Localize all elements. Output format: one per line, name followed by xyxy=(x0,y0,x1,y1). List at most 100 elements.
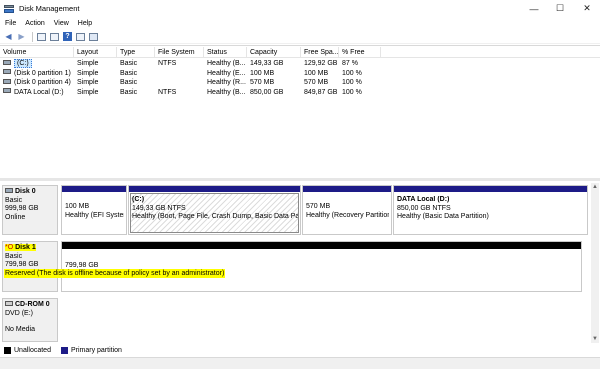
volume-name: (Disk 0 partition 1) xyxy=(14,69,71,77)
help-icon[interactable]: ? xyxy=(62,31,73,42)
volume-layout: Simple xyxy=(77,60,99,67)
disk-icon xyxy=(5,188,13,193)
volume-icon xyxy=(3,69,11,75)
column-layout[interactable]: Layout xyxy=(74,47,117,58)
volume-layout: Simple xyxy=(77,88,99,96)
maximize-button[interactable]: ☐ xyxy=(547,0,573,17)
back-arrow-icon[interactable]: ◀ xyxy=(3,31,14,42)
volume-type: Basic xyxy=(120,88,138,96)
disk-size: 999,98 GB xyxy=(5,205,39,212)
column-status[interactable]: Status xyxy=(204,47,247,58)
volume-layout: Simple xyxy=(77,69,99,77)
cdrom-0-info[interactable]: CD-ROM 0 DVD (E:) No Media xyxy=(2,298,58,342)
partition-c[interactable]: (C:) 149,33 GB NTFS Healthy (Boot, Page … xyxy=(128,185,301,235)
close-button[interactable]: ✕ xyxy=(574,0,600,17)
cdrom-drive: DVD (E:) xyxy=(5,309,33,317)
primary-partition-bar xyxy=(394,186,587,192)
disk-0-info[interactable]: Disk 0 Basic 999,98 GB Online xyxy=(2,185,58,235)
column-free-space[interactable]: Free Spa... xyxy=(301,47,339,58)
volume-status: Healthy (E... xyxy=(207,69,246,77)
volume-icon xyxy=(3,88,11,94)
volume-row-c[interactable]: (C:) Simple Basic NTFS Healthy (B... 149… xyxy=(0,59,380,69)
scroll-down-icon[interactable]: ▼ xyxy=(591,335,599,343)
partition-title: (C:) xyxy=(132,196,145,203)
volume-status: Healthy (R... xyxy=(207,79,246,86)
volume-capacity: 100 MB xyxy=(250,69,275,77)
volume-percent-free: 100 % xyxy=(342,69,362,77)
column-volume[interactable]: Volume xyxy=(0,47,74,58)
volume-free: 100 MB xyxy=(304,69,329,77)
partition-status: Healthy (Recovery Partition) xyxy=(306,211,389,219)
volume-status: Healthy (B... xyxy=(207,60,246,67)
disk-1-unallocated[interactable]: 799,98 GB xyxy=(61,241,582,292)
disk-state: Online xyxy=(5,213,26,221)
volume-status: Healthy (B... xyxy=(207,88,246,96)
primary-partition-bar xyxy=(62,186,126,192)
volume-type: Basic xyxy=(120,69,138,77)
menu-action[interactable]: Action xyxy=(21,20,48,27)
disk-list-icon[interactable] xyxy=(75,31,86,42)
properties-icon[interactable] xyxy=(49,31,60,42)
offline-disk-marker: *O xyxy=(5,244,14,251)
unallocated-swatch xyxy=(4,346,11,354)
volume-list-header: Volume Layout Type File System Status Ca… xyxy=(0,47,600,58)
column-capacity[interactable]: Capacity xyxy=(247,47,301,58)
volume-row-disk0-part1[interactable]: (Disk 0 partition 1) Simple Basic Health… xyxy=(0,69,380,79)
disk-1-offline-reason: Reserved (The disk is offline because of… xyxy=(4,269,226,278)
unallocated-bar xyxy=(62,242,581,249)
column-percent-free[interactable]: % Free xyxy=(339,47,381,58)
partition-title: DATA Local (D:) xyxy=(397,196,450,203)
volume-row-disk0-part4[interactable]: (Disk 0 partition 4) Simple Basic Health… xyxy=(0,78,380,88)
scroll-up-icon[interactable]: ▲ xyxy=(591,183,599,191)
partition-size: 850,00 GB NTFS xyxy=(397,204,451,212)
graphic-scrollbar[interactable]: ▲ ▼ xyxy=(591,183,599,343)
forward-arrow-icon[interactable]: ▶ xyxy=(16,31,27,42)
volume-percent-free: 87 % xyxy=(342,60,358,67)
volume-type: Basic xyxy=(120,79,138,86)
volume-free: 570 MB xyxy=(304,79,329,86)
legend: Unallocated Primary partition xyxy=(0,343,600,357)
primary-partition-bar xyxy=(129,186,300,192)
volume-fs: NTFS xyxy=(158,88,177,96)
volume-free: 849,87 GB xyxy=(304,88,338,96)
menu-help[interactable]: Help xyxy=(74,20,96,27)
partition-data-local-d[interactable]: DATA Local (D:) 850,00 GB NTFS Healthy (… xyxy=(393,185,588,235)
partition-recovery[interactable]: 570 MB Healthy (Recovery Partition) xyxy=(302,185,392,235)
disk-type: Basic xyxy=(5,252,23,260)
volume-icon xyxy=(3,78,11,84)
volume-icon xyxy=(3,59,11,65)
volume-row-data-local-d[interactable]: DATA Local (D:) Simple Basic NTFS Health… xyxy=(0,88,380,98)
status-bar xyxy=(0,357,600,369)
disk-type: Basic xyxy=(5,196,23,204)
volume-name: (C:) xyxy=(14,59,32,68)
volume-percent-free: 100 % xyxy=(342,88,362,96)
cdrom-name: CD-ROM 0 xyxy=(15,301,50,308)
disk-1-info[interactable]: *O Disk 1 Basic 799,98 GB xyxy=(2,241,58,292)
volume-name: (Disk 0 partition 4) xyxy=(14,79,71,86)
column-file-system[interactable]: File System xyxy=(155,47,204,58)
menu-bar: File Action View Help xyxy=(0,17,600,29)
toolbar: ◀ ▶ ? xyxy=(0,30,600,44)
partition-status: Healthy (Basic Data Partition) xyxy=(397,213,489,220)
cd-drive-icon xyxy=(5,301,13,306)
partition-size: 570 MB xyxy=(306,203,331,210)
column-type[interactable]: Type xyxy=(117,47,155,58)
minimize-button[interactable]: — xyxy=(521,0,547,17)
console-tree-icon[interactable] xyxy=(36,31,47,42)
volume-fs xyxy=(155,78,204,88)
menu-view[interactable]: View xyxy=(50,20,73,27)
volume-fs: NTFS xyxy=(158,60,177,67)
rescan-icon[interactable] xyxy=(88,31,99,42)
partition-status: Healthy (Boot, Page File, Crash Dump, Ba… xyxy=(132,213,298,220)
volume-percent-free: 100 % xyxy=(342,79,362,86)
menu-file[interactable]: File xyxy=(1,20,20,27)
volume-capacity: 850,00 GB xyxy=(250,88,284,96)
volume-capacity: 570 MB xyxy=(250,79,275,86)
cdrom-media: No Media xyxy=(5,326,35,333)
partition-efi[interactable]: 100 MB Healthy (EFI System xyxy=(61,185,127,235)
toolbar-separator xyxy=(32,31,33,42)
volume-free: 129,92 GB xyxy=(304,60,338,67)
volume-list: Volume Layout Type File System Status Ca… xyxy=(0,45,600,178)
primary-partition-swatch xyxy=(60,346,68,354)
primary-partition-bar xyxy=(303,186,391,192)
